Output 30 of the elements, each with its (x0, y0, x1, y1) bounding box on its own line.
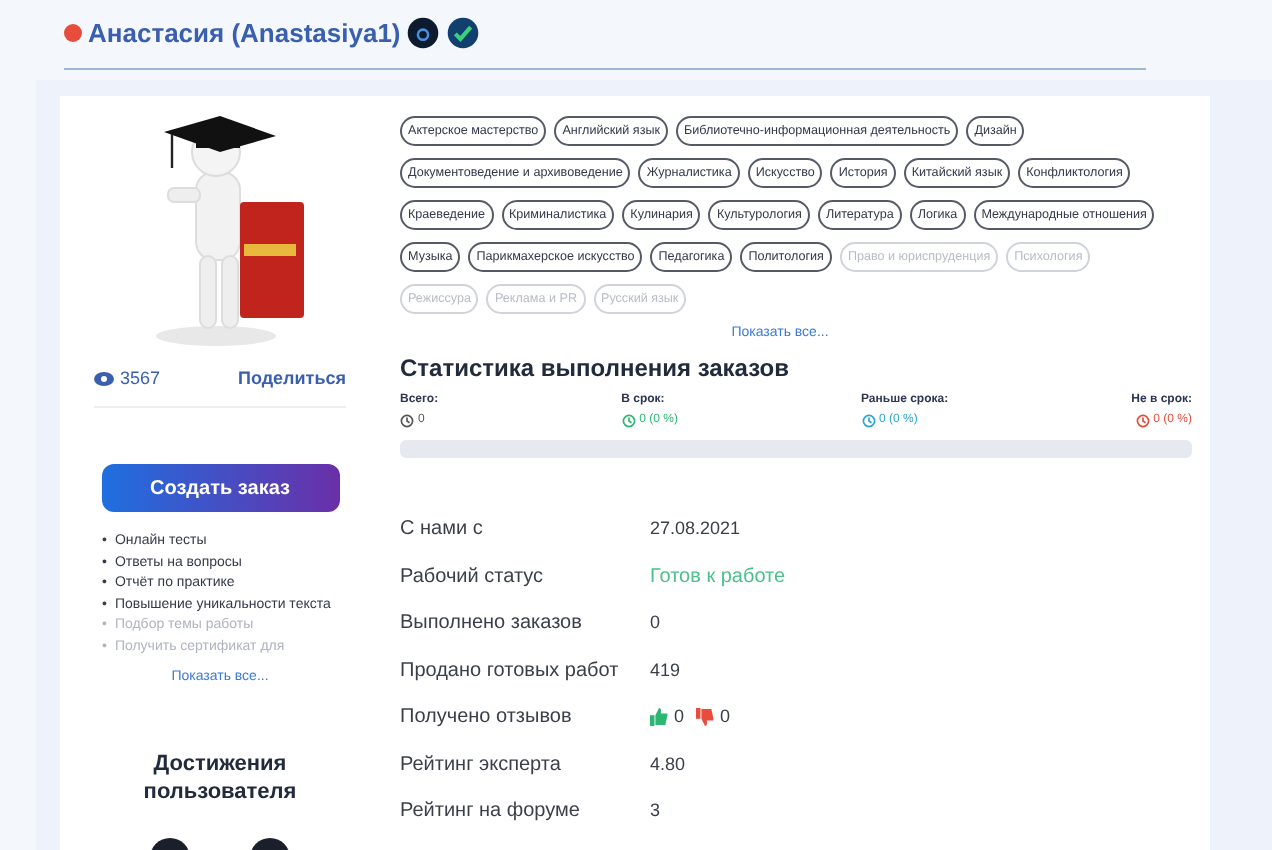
detail-label: Продано готовых работ (400, 657, 621, 686)
clock-icon (861, 414, 875, 428)
view-count: 3567 (120, 365, 161, 391)
detail-label: Рабочий статус (400, 563, 546, 592)
detail-value: 419 (650, 657, 681, 683)
stats-title: Статистика выполнения заказов (400, 352, 792, 384)
checkmark-badge-icon (446, 16, 481, 51)
detail-label: Рейтинг эксперта (400, 751, 563, 780)
clock-icon (621, 414, 636, 428)
detail-label: С нами с (400, 516, 485, 545)
detail-value: 27.08.2021 (650, 516, 741, 542)
detail-value: 4.80 (650, 751, 686, 777)
medal-badge-icon (406, 16, 441, 51)
thumbs-down-icon (696, 708, 715, 727)
thumbs-up-icon (650, 708, 668, 727)
user-name: Анастасия (Anastasiya1) (88, 16, 401, 52)
positive-count: 0 (674, 704, 685, 730)
clock-icon (400, 414, 414, 428)
create-order-button[interactable]: Создать заказ (101, 464, 339, 512)
share-link[interactable]: Поделиться (237, 365, 346, 392)
eye-icon (94, 371, 114, 386)
detail-value: 0 (650, 610, 661, 636)
clock-icon (1135, 414, 1150, 428)
detail-label: Выполнено заказов (400, 610, 584, 639)
negative-count: 0 (720, 704, 731, 730)
detail-value: 3 (650, 798, 661, 824)
detail-label: Получено отзывов (400, 704, 574, 733)
achievements-title: Достижения пользователя (141, 749, 299, 805)
detail-label: Рейтинг на форуме (400, 798, 582, 827)
status-value: Готов к работе (650, 563, 786, 592)
